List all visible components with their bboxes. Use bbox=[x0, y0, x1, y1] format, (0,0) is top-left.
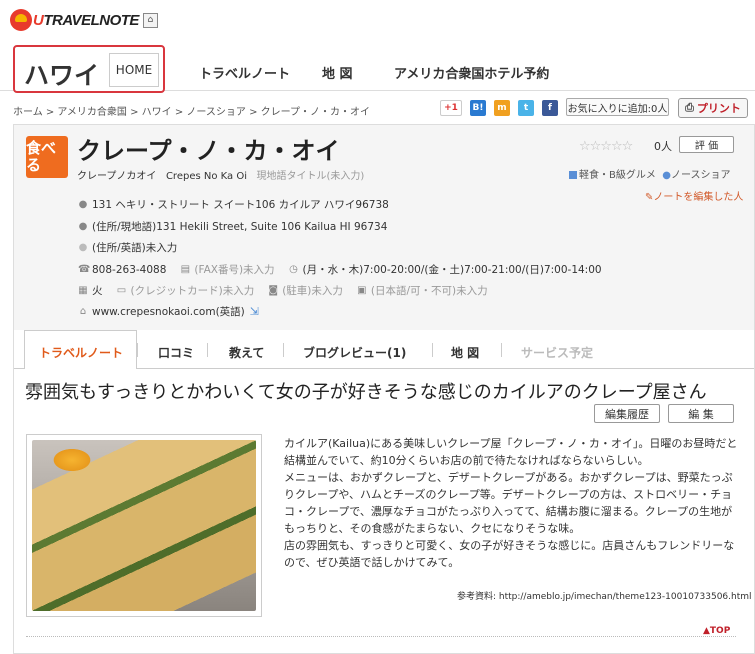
nav-hotel-booking[interactable]: アメリカ合衆国ホテル予約 bbox=[394, 63, 549, 82]
address-en-row: ● (住所/英語)未入力 bbox=[78, 240, 178, 255]
credit-card-icon: ▭ bbox=[116, 284, 127, 296]
article-paragraph: メニューは、おかずクレープと、デザートクレープがある。おかずクレープは、野菜たっ… bbox=[284, 471, 733, 535]
category-food[interactable]: 軽食・B級グルメ bbox=[579, 170, 656, 181]
article-body: カイルア(Kailua)にある美味しいクレープ屋「クレープ・ノ・カ・オイ」。日曜… bbox=[284, 435, 738, 571]
rating-count: 0人 bbox=[654, 140, 672, 153]
location-pin-icon: ● bbox=[662, 170, 671, 181]
logo-text: UTRAVELNOTE bbox=[33, 11, 139, 29]
site-logo[interactable]: UTRAVELNOTE ⌂ bbox=[10, 5, 158, 35]
shop-name-kana: クレープノカオイ bbox=[77, 171, 157, 182]
shop-subtitle: クレープノカオイ Crepes No Ka Oi 現地語タイトル(未入力) bbox=[77, 167, 364, 182]
car-icon: ◙ bbox=[268, 284, 279, 296]
region-name[interactable]: ハワイ bbox=[24, 56, 99, 92]
phone-icon: ☎ bbox=[78, 263, 91, 275]
website-row: ⌂ www.crepesnokaoi.com(英語) ⇲ bbox=[78, 304, 259, 319]
reference-source[interactable]: 参考資料: http://ameblo.jp/imechan/theme123-… bbox=[457, 589, 752, 602]
address-ja-row: ● 131 ヘキリ・ストリート スイート106 カイルア ハワイ96738 bbox=[78, 197, 389, 212]
shop-name-en: Crepes No Ka Oi bbox=[165, 171, 247, 182]
category-grid-icon bbox=[569, 171, 577, 179]
fax-icon: ▤ bbox=[180, 263, 191, 275]
edit-history-button[interactable]: 編集履歴 bbox=[594, 404, 660, 423]
region-home-button[interactable]: HOME bbox=[109, 53, 159, 87]
address-en: (住所/英語)未入力 bbox=[92, 242, 178, 254]
note-editors-link[interactable]: ✎ノートを編集した人 bbox=[645, 188, 743, 203]
print-button[interactable]: ⎙ プリント bbox=[678, 98, 748, 118]
facebook-icon[interactable]: f bbox=[542, 100, 558, 116]
tab-blog-reviews[interactable]: ブログレビュー(1) bbox=[303, 344, 406, 361]
closed-day: 火 bbox=[92, 285, 103, 297]
japanese-support-info: (日本語/可・不可)未入力 bbox=[370, 285, 488, 297]
clock-icon: ◷ bbox=[289, 263, 298, 275]
parking-info: (駐車)未入力 bbox=[282, 285, 343, 297]
opening-hours: (月・水・木)7:00-20:00/(金・土)7:00-21:00/(日)7:0… bbox=[302, 264, 602, 276]
tab-separator bbox=[432, 343, 433, 357]
tab-separator bbox=[501, 343, 502, 357]
map-pin-icon: ● bbox=[78, 220, 88, 232]
map-pin-icon: ● bbox=[78, 198, 88, 210]
fax-number: (FAX番号)未入力 bbox=[194, 264, 275, 276]
article-paragraph: カイルア(Kailua)にある美味しいクレープ屋「クレープ・ノ・カ・オイ」。日曜… bbox=[284, 437, 738, 467]
logo-mark-icon bbox=[10, 9, 32, 31]
credit-card-info: (クレジットカード)未入力 bbox=[130, 285, 255, 297]
details-row: ▦ 火 ▭ (クレジットカード)未入力 ◙ (駐車)未入力 ▣ (日本語/可・不可)未入… bbox=[78, 283, 488, 298]
tab-services: サービス予定 bbox=[521, 346, 594, 360]
back-to-top-link[interactable]: ▲TOP bbox=[703, 626, 730, 636]
external-link-icon[interactable]: ⇲ bbox=[250, 305, 259, 318]
calendar-icon: ▦ bbox=[78, 284, 88, 296]
category-area[interactable]: ノースショア bbox=[671, 170, 731, 181]
tab-map[interactable]: 地 図 bbox=[451, 344, 479, 361]
nav-travel-note[interactable]: トラベルノート bbox=[199, 63, 290, 82]
edit-button[interactable]: 編 集 bbox=[668, 404, 734, 423]
twitter-icon[interactable]: t bbox=[518, 100, 534, 116]
shop-name-local: 現地語タイトル(未入力) bbox=[256, 171, 365, 182]
tab-travel-note[interactable]: トラベルノート bbox=[39, 344, 123, 361]
breadcrumb[interactable]: ホーム > アメリカ合衆国 > ハワイ > ノースショア > クレープ・ノ・カ・… bbox=[13, 103, 370, 118]
note-editors-label: ノートを編集した人 bbox=[653, 192, 744, 203]
mixi-icon[interactable]: m bbox=[494, 100, 510, 116]
add-favorite-button[interactable]: お気に入りに追加:0人 bbox=[566, 98, 669, 116]
contact-row: ☎ 808-263-4088 ▤ (FAX番号)未入力 ◷ (月・水・木)7:00-2… bbox=[78, 262, 602, 277]
tab-separator bbox=[137, 343, 138, 357]
nav-map[interactable]: 地 図 bbox=[322, 63, 353, 82]
address-local-row: ● (住所/現地語)131 Hekili Street, Suite 106 Ka… bbox=[78, 219, 388, 234]
printer-icon: ⎙ bbox=[685, 101, 694, 114]
tab-separator bbox=[283, 343, 284, 357]
home-icon[interactable]: ⌂ bbox=[142, 12, 158, 28]
address-ja: 131 ヘキリ・ストリート スイート106 カイルア ハワイ96738 bbox=[92, 199, 389, 211]
dotted-divider bbox=[26, 636, 736, 637]
shop-title: クレープ・ノ・カ・オイ bbox=[77, 137, 340, 165]
shop-categories: 軽食・B級グルメ ●ノースショア bbox=[569, 166, 730, 181]
print-label: プリント bbox=[696, 102, 741, 115]
hatena-bookmark-icon[interactable]: B! bbox=[470, 100, 486, 116]
website-link[interactable]: www.crepesnokaoi.com(英語) bbox=[92, 304, 245, 319]
map-pin-icon: ● bbox=[78, 241, 88, 253]
house-icon: ⌂ bbox=[79, 305, 87, 317]
rate-button[interactable]: 評 価 bbox=[679, 136, 734, 153]
article-paragraph: 店の雰囲気も、すっきりと可愛く、女の子が好きそうな感じに。店員さんもフレンドリー… bbox=[284, 539, 735, 569]
tab-separator bbox=[207, 343, 208, 357]
tab-ask[interactable]: 教えて bbox=[229, 344, 264, 361]
article-headline: 雰囲気もすっきりとかわいくて女の子が好きそうな感じのカイルアのクレープ屋さん bbox=[25, 382, 707, 403]
address-local: (住所/現地語)131 Hekili Street, Suite 106 Kai… bbox=[92, 221, 388, 233]
eat-category-badge: 食べる bbox=[26, 136, 68, 178]
japanese-icon: ▣ bbox=[357, 284, 367, 296]
tab-reviews[interactable]: 口コミ bbox=[158, 344, 194, 361]
google-plus-icon[interactable]: +1 bbox=[440, 100, 462, 116]
rating-stars: ☆☆☆☆☆ bbox=[579, 139, 633, 154]
phone-number: 808-263-4088 bbox=[92, 263, 167, 276]
crepe-photo[interactable] bbox=[32, 440, 256, 611]
